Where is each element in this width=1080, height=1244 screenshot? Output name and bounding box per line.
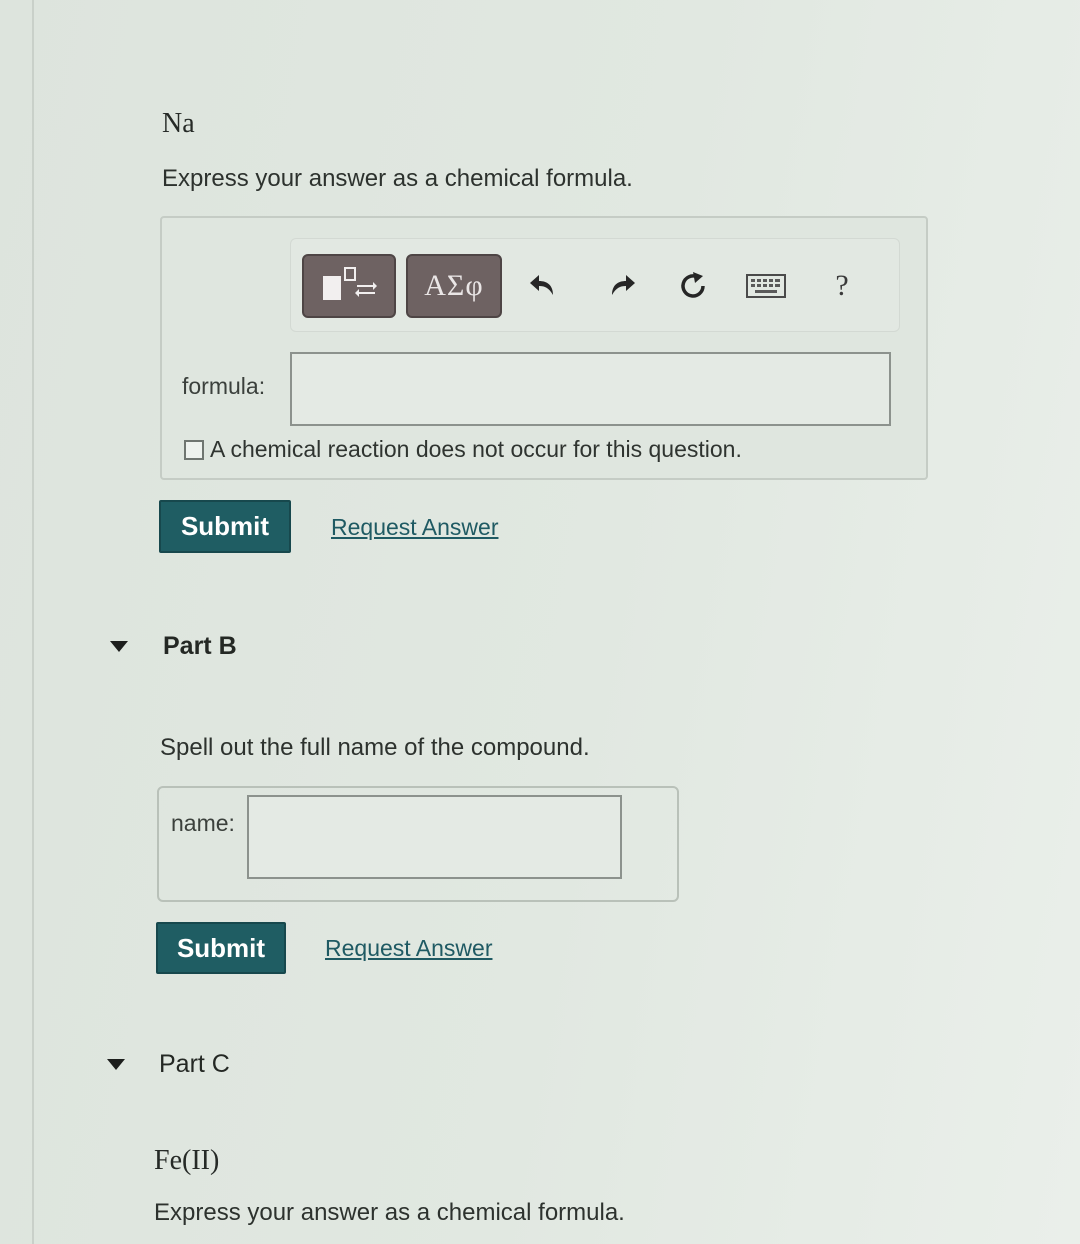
help-label: ?: [835, 269, 849, 302]
greek-symbols-button[interactable]: ΑΣφ: [406, 254, 502, 318]
formula-input[interactable]: [290, 352, 891, 426]
help-button[interactable]: ?: [818, 262, 866, 310]
no-reaction-checkbox[interactable]: [184, 439, 204, 460]
no-reaction-label: A chemical reaction does not occur for t…: [210, 436, 742, 462]
part-c-element: Fe(II): [154, 1145, 220, 1176]
collapse-triangle-icon[interactable]: [107, 1059, 125, 1070]
templates-icon: [319, 264, 379, 309]
templates-button[interactable]: [302, 254, 396, 318]
undo-icon: [530, 275, 553, 295]
formula-label: formula:: [182, 373, 266, 399]
part-a-instruction: Express your answer as a chemical formul…: [162, 165, 633, 192]
part-c-instruction: Express your answer as a chemical formul…: [154, 1199, 625, 1226]
part-a-submit-button[interactable]: Submit: [159, 500, 291, 553]
part-b-title: Part B: [163, 632, 237, 660]
collapse-triangle-icon[interactable]: [110, 641, 128, 652]
undo-button[interactable]: [520, 262, 568, 310]
name-input[interactable]: [247, 795, 622, 879]
keyboard-icon: [746, 274, 786, 298]
part-c-header[interactable]: Part C: [107, 1050, 230, 1079]
redo-icon: [612, 275, 635, 295]
part-b-header[interactable]: Part B: [110, 632, 237, 661]
part-b-request-answer-link[interactable]: Request Answer: [325, 935, 492, 962]
part-c-title: Part C: [159, 1050, 230, 1078]
part-b-submit-button[interactable]: Submit: [156, 922, 286, 974]
part-a-request-answer-link[interactable]: Request Answer: [331, 514, 498, 541]
no-reaction-option[interactable]: A chemical reaction does not occur for t…: [184, 436, 742, 463]
greek-symbols-label: ΑΣφ: [424, 269, 484, 302]
part-b-instruction: Spell out the full name of the compound.: [160, 734, 590, 761]
keyboard-button[interactable]: [742, 262, 790, 310]
reset-button[interactable]: [669, 262, 717, 310]
reset-icon: [681, 272, 705, 298]
redo-button[interactable]: [597, 262, 645, 310]
part-a-element: Na: [162, 108, 195, 139]
left-divider: [32, 0, 34, 1244]
name-label: name:: [171, 810, 235, 836]
